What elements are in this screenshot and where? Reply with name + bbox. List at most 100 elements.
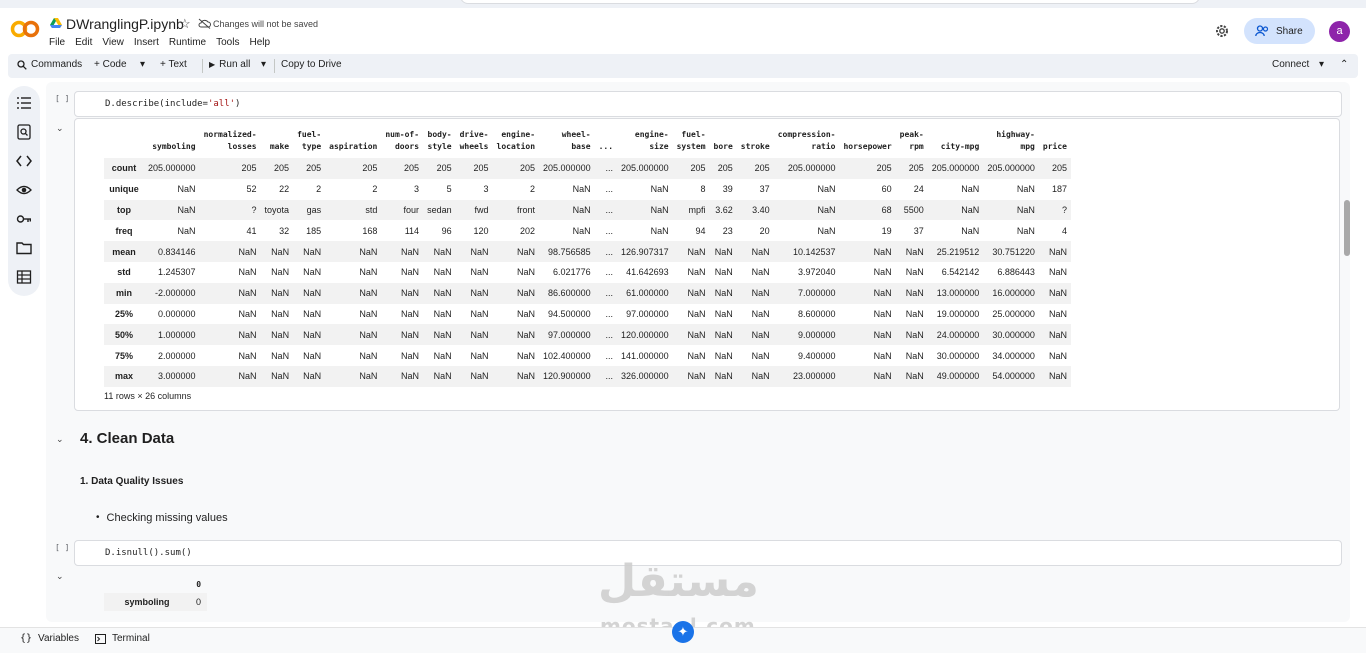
table-cell: 205.000000 [148,163,196,174]
table-cell: NaN [470,267,489,278]
data-table-icon[interactable] [16,269,32,285]
collapse-section-chevron-icon[interactable]: ⌄ [56,434,64,445]
collapse-chevron-icon[interactable]: ⌃ [1340,59,1348,70]
table-cell: NaN [271,329,290,340]
column-header: highway-mpg [983,126,1039,158]
find-icon[interactable] [16,124,32,140]
row-label: min [115,288,132,299]
column-header-text: system [676,142,706,151]
variables-inspector-icon[interactable] [16,182,32,198]
table-cell: ... [605,204,614,215]
column-header-text: symboling [152,142,196,151]
table-cell: NaN [714,267,733,278]
code-cell-describe[interactable]: D.describe(include='all') [74,91,1342,117]
user-avatar[interactable]: a [1329,21,1350,42]
notebook-title[interactable]: DWranglingP.ipynb [66,16,184,32]
table-cell: 96 [441,225,452,236]
table-cell: 2 [372,184,378,195]
add-code-button[interactable]: + Code [94,59,127,70]
collapse-output-chevron-icon[interactable]: ⌄ [56,571,64,582]
table-cell: 6.886443 [997,267,1035,278]
table-cell: NaN [1048,288,1067,299]
cell-run-bracket[interactable]: [ ] [55,94,69,103]
code-snippets-icon[interactable] [16,153,32,169]
menu-view[interactable]: View [102,37,124,48]
table-cell: NaN [238,288,257,299]
menu-file[interactable]: File [49,37,65,48]
table-cell: NaN [238,329,257,340]
table-cell: 205 [908,163,924,174]
table-cell: 24 [913,184,924,195]
commands-label: Commands [31,59,83,70]
table-cell: 205 [520,163,536,174]
table-cell: 326.000000 [621,371,669,382]
connect-button[interactable]: Connect [1272,59,1309,70]
table-cell: 185 [306,225,322,236]
table-cell: 120 [473,225,489,236]
share-button[interactable]: Share [1244,18,1315,44]
table-cell: NaN [470,308,489,319]
collapse-output-chevron-icon[interactable]: ⌄ [56,123,64,134]
notebook-scrollbar[interactable] [1344,200,1350,256]
row-label: symboling [124,597,170,607]
table-cell: NaN [751,329,770,340]
add-code-label: + Code [94,59,127,70]
table-cell: 5 [446,184,452,195]
gemini-sparkle-icon[interactable]: ✦ [672,621,694,643]
table-cell: 205 [754,163,770,174]
connect-chevron-icon[interactable]: ▾ [1319,59,1324,70]
table-cell: NaN [303,329,322,340]
menu-help[interactable]: Help [249,37,270,48]
table-cell: NaN [433,371,452,382]
menu-tools[interactable]: Tools [216,37,239,48]
table-cell: NaN [1016,204,1035,215]
table-cell: NaN [359,371,378,382]
menu-edit[interactable]: Edit [75,37,92,48]
files-folder-icon[interactable] [16,240,32,256]
code-editor-text[interactable]: D.describe(include='all') [105,99,240,109]
table-row: mean 0.834146 NaN NaN NaN NaN NaN NaN NaN NaN 98.7… [104,241,1071,262]
menu-runtime[interactable]: Runtime [169,37,206,48]
star-icon[interactable]: ☆ [179,16,191,32]
column-header-text: price [1042,142,1067,151]
table-cell: 205.000000 [987,163,1035,174]
settings-gear-icon[interactable] [1214,23,1230,39]
table-cell: 205 [241,163,257,174]
table-cell: NaN [359,288,378,299]
table-cell: 30.000000 [936,350,980,361]
table-cell: NaN [817,204,836,215]
commands-button[interactable]: Commands [17,59,82,70]
table-cell: NaN [817,184,836,195]
table-cell: 41.642693 [626,267,669,278]
code-editor-text[interactable]: D.isnull().sum() [105,548,192,558]
table-cell: gas [306,204,322,215]
table-cell: 3 [414,184,420,195]
terminal-label: Terminal [112,633,150,644]
column-header-text: horsepower [843,142,892,151]
run-all-button[interactable]: ▶ Run all [209,59,250,70]
secrets-key-icon[interactable] [16,211,32,227]
table-cell: 23.000000 [792,371,836,382]
search-icon [17,59,27,70]
table-cell: NaN [714,350,733,361]
table-cell: NaN [1016,225,1035,236]
menu-insert[interactable]: Insert [134,37,159,48]
colab-logo-icon[interactable] [10,20,40,38]
copy-to-drive-label: Copy to Drive [281,59,342,70]
table-cell: NaN [873,371,892,382]
table-cell: NaN [517,246,536,257]
table-of-contents-icon[interactable] [16,95,32,111]
row-label: count [111,163,137,174]
table-cell: NaN [517,350,536,361]
left-sidebar [8,86,40,296]
table-cell: NaN [303,267,322,278]
run-all-chevron-icon[interactable]: ▾ [261,59,266,70]
table-cell: NaN [401,371,420,382]
copy-to-drive-button[interactable]: Copy to Drive [281,59,342,70]
add-text-button[interactable]: + Text [160,59,187,70]
column-header: drive-wheels [456,126,493,158]
variables-button[interactable]: {} Variables [20,633,79,644]
code-dropdown-chevron-icon[interactable]: ▾ [140,59,145,70]
cell-run-bracket[interactable]: [ ] [55,543,69,552]
terminal-button[interactable]: Terminal [95,633,150,644]
